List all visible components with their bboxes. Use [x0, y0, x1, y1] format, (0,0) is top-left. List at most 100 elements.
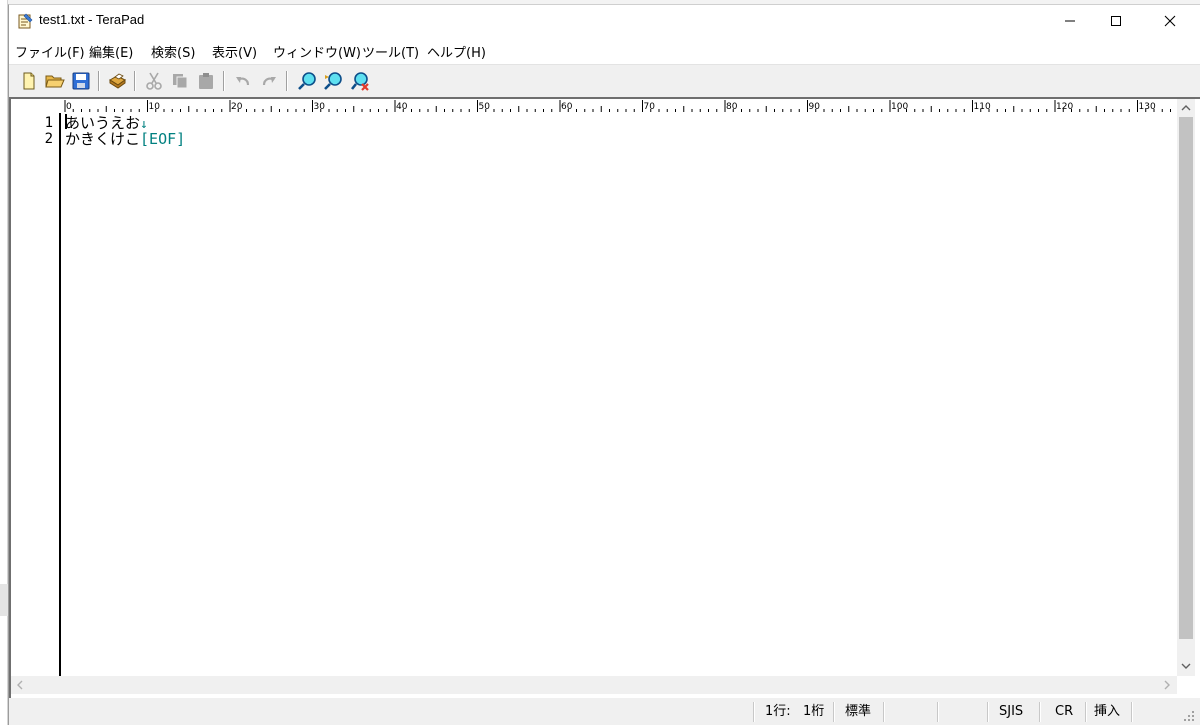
ruler-label: 70: [644, 102, 656, 112]
status-encoding: SJIS: [999, 704, 1024, 719]
save-file-button[interactable]: [69, 69, 93, 93]
menu-window[interactable]: ウィンドウ(W): [273, 42, 361, 61]
cut-button[interactable]: [142, 69, 166, 93]
chevron-right-icon: [1164, 680, 1170, 690]
status-separator: [937, 702, 939, 722]
close-icon: [1164, 15, 1176, 27]
maximize-icon: [1111, 16, 1121, 26]
undo-icon: [236, 77, 250, 86]
ruler-label: 0: [66, 102, 72, 112]
search-magnifier-icon: [298, 72, 316, 90]
terapad-app-icon: [18, 13, 33, 29]
new-file-icon: [23, 72, 35, 90]
toolbar-separator: [286, 71, 288, 91]
vertical-scrollbar[interactable]: [1177, 99, 1195, 676]
paste-clipboard-icon: [199, 73, 213, 89]
ruler-label: 110: [974, 102, 991, 112]
line-number: 1: [44, 115, 53, 131]
maximize-button[interactable]: [1093, 5, 1139, 37]
chevron-up-icon: [1181, 105, 1191, 111]
status-mode: 標準: [845, 704, 872, 719]
menu-search[interactable]: 検索(S): [151, 42, 195, 61]
paste-button[interactable]: [194, 69, 218, 93]
ruler-label: 20: [231, 102, 243, 112]
menu-bar: ファイル(F) 編集(E) 検索(S) 表示(V) ウィンドウ(W) ツール(T…: [9, 37, 1200, 64]
status-separator: [1131, 702, 1133, 722]
toolbar-separator: [134, 71, 136, 91]
chevron-left-icon: [17, 680, 23, 690]
close-button[interactable]: [1147, 5, 1193, 37]
replace-icon: [350, 72, 369, 91]
editor-frame: 0 10 20 30 40 50 60 70 80 90 100 110 120 130 1 2 あいうえ…: [9, 97, 1200, 698]
text-editor-area[interactable]: あいうえお↓ かきくけこ[EOF]: [63, 113, 1177, 676]
redo-icon: [262, 77, 276, 86]
menu-tools[interactable]: ツール(T): [362, 42, 419, 61]
scissors-icon: [146, 72, 162, 90]
status-separator: [987, 702, 989, 722]
scroll-up-arrow[interactable]: [1178, 100, 1194, 116]
status-separator: [833, 702, 835, 722]
column-ruler: 0 10 20 30 40 50 60 70 80 90 100 110 120 130: [11, 99, 1177, 113]
ruler-label: 10: [149, 102, 161, 112]
ruler-label: 40: [396, 102, 408, 112]
line-number: 2: [44, 131, 53, 147]
scroll-right-arrow[interactable]: [1159, 677, 1175, 693]
scroll-down-arrow[interactable]: [1178, 658, 1194, 674]
ruler-label: 90: [809, 102, 821, 112]
toolbar: [9, 64, 1200, 96]
text-line: かきくけこ[EOF]: [65, 131, 185, 147]
find-button[interactable]: [295, 69, 319, 93]
search-next-icon: [324, 72, 342, 90]
status-separator: [1085, 702, 1087, 722]
ruler-label: 100: [891, 102, 908, 112]
replace-button[interactable]: [348, 69, 372, 93]
status-separator: [753, 702, 755, 722]
ruler-label: 80: [726, 102, 738, 112]
screen: test1.txt - TeraPad ファイル(F) 編集(E) 検索(S) …: [0, 0, 1200, 725]
new-file-button[interactable]: [17, 69, 41, 93]
save-disk-icon: [72, 72, 90, 90]
scroll-left-arrow[interactable]: [12, 677, 28, 693]
printer-icon: [109, 73, 126, 89]
open-folder-icon: [45, 75, 65, 88]
status-column: 1桁: [803, 704, 825, 719]
menu-edit[interactable]: 編集(E): [89, 42, 133, 61]
minimize-button[interactable]: [1047, 5, 1093, 37]
background-app-strip: [0, 0, 8, 725]
status-insert-mode: 挿入: [1094, 704, 1121, 719]
chevron-down-icon: [1181, 663, 1191, 669]
eof-mark: [EOF]: [140, 130, 186, 148]
toolbar-separator: [98, 71, 100, 91]
line-number-gutter: 1 2: [11, 113, 61, 676]
vertical-scroll-thumb[interactable]: [1179, 117, 1193, 639]
status-separator: [883, 702, 885, 722]
status-newline: CR: [1055, 704, 1074, 719]
copy-icon: [173, 74, 188, 89]
copy-button[interactable]: [168, 69, 192, 93]
ruler-label: 120: [1056, 102, 1073, 112]
terapad-window: test1.txt - TeraPad ファイル(F) 編集(E) 検索(S) …: [8, 4, 1200, 725]
print-button[interactable]: [105, 69, 129, 93]
window-title: test1.txt - TeraPad: [39, 12, 145, 27]
background-highlight: [0, 584, 8, 616]
status-separator: [1039, 702, 1041, 722]
toolbar-separator: [223, 71, 225, 91]
line-text: かきくけこ: [65, 130, 141, 148]
undo-button[interactable]: [231, 69, 255, 93]
title-bar[interactable]: test1.txt - TeraPad: [9, 5, 1200, 37]
ruler-label: 130: [1139, 102, 1156, 112]
minimize-icon: [1065, 20, 1075, 22]
horizontal-scrollbar[interactable]: [11, 676, 1177, 694]
status-line: 1行:: [765, 704, 791, 719]
ruler-label: 50: [479, 102, 491, 112]
status-bar: 1行: 1桁 標準 SJIS CR 挿入: [9, 698, 1200, 725]
ruler-label: 30: [314, 102, 326, 112]
redo-button[interactable]: [257, 69, 281, 93]
menu-file[interactable]: ファイル(F): [15, 42, 85, 61]
menu-view[interactable]: 表示(V): [212, 42, 257, 61]
resize-grip-icon[interactable]: [1181, 708, 1195, 722]
menu-help[interactable]: ヘルプ(H): [427, 42, 486, 61]
open-file-button[interactable]: [43, 69, 67, 93]
ruler-label: 60: [561, 102, 573, 112]
find-next-button[interactable]: [321, 69, 345, 93]
